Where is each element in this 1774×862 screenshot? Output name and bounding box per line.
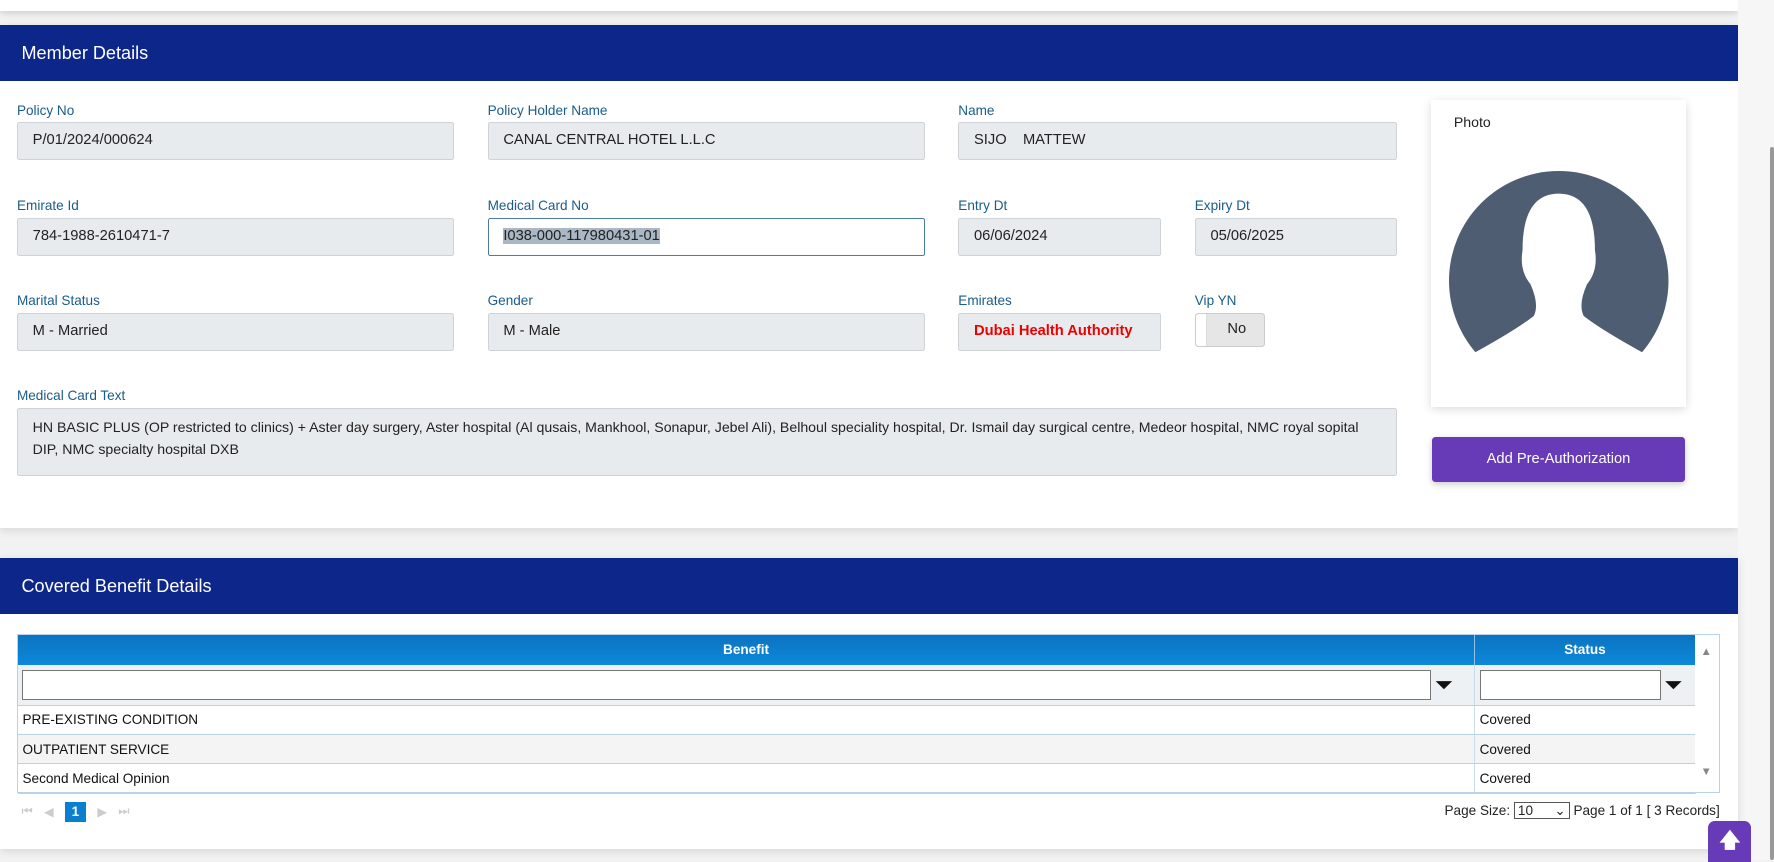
medical-card-no-field[interactable]: I038-000-117980431-01 <box>488 218 926 255</box>
covered-benefits-card: Covered Benefit Details BenefitStatus ⏷ … <box>0 558 1738 849</box>
vip-toggle[interactable]: No <box>1195 313 1265 347</box>
toggle-knob <box>1196 314 1207 346</box>
scroll-to-top-button[interactable]: 🡅 <box>1708 821 1751 862</box>
medical-card-no-label: Medical Card No <box>488 198 589 213</box>
page-size-label: Page Size: <box>1445 803 1511 818</box>
emirates-field[interactable]: Dubai Health Authority <box>958 313 1161 350</box>
page-size-value: 10 <box>1518 803 1533 818</box>
selected-text: I038-000-117980431-01 <box>503 228 660 244</box>
policy-no-label: Policy No <box>17 103 74 118</box>
scrollbar-thumb[interactable] <box>1770 147 1774 860</box>
medical-card-text-label: Medical Card Text <box>17 388 125 403</box>
prev-page-icon[interactable]: ◀ <box>44 804 54 819</box>
pager: ⏮ ◀ 1 ▶ ⏭ <box>21 802 129 822</box>
photo-label: Photo <box>1454 114 1491 130</box>
medical-card-text-area[interactable]: HN BASIC PLUS (OP restricted to clinics)… <box>17 408 1397 476</box>
member-details-card: Member Details Policy No P/01/2024/00062… <box>0 25 1738 528</box>
expiry-dt-field[interactable]: 05/06/2025 <box>1195 218 1398 255</box>
status-cell: Covered <box>1475 734 1696 763</box>
status-cell: Covered <box>1475 764 1696 793</box>
chevron-down-icon: ⌄ <box>1554 803 1565 818</box>
benefits-grid: BenefitStatus ⏷ ⏷ PRE-EXISTING CONDITION… <box>17 634 1720 794</box>
vip-value: No <box>1227 321 1246 337</box>
benefits-table: BenefitStatus ⏷ ⏷ PRE-EXISTING CONDITION… <box>18 635 1696 794</box>
table-row[interactable]: Second Medical OpinionCovered <box>18 764 1695 793</box>
filter-icon[interactable]: ⏷ <box>1435 672 1453 697</box>
page-size-select[interactable]: 10 ⌄ <box>1514 802 1571 819</box>
page-info: Page 1 of 1 [ 3 Records] <box>1573 803 1719 818</box>
table-row[interactable]: PRE-EXISTING CONDITIONCovered <box>18 705 1695 734</box>
last-page-icon[interactable]: ⏭ <box>118 804 129 819</box>
previous-card-edge <box>0 0 1738 11</box>
status-cell: Covered <box>1475 705 1696 734</box>
marital-status-field[interactable]: M - Married <box>17 313 454 350</box>
add-pre-authorization-button[interactable]: Add Pre-Authorization <box>1432 437 1684 482</box>
benefit-cell: Second Medical Opinion <box>18 764 1475 793</box>
entry-dt-field[interactable]: 06/06/2024 <box>958 218 1161 255</box>
photo-card: Photo <box>1431 100 1686 408</box>
column-header-benefit[interactable]: Benefit <box>18 635 1475 666</box>
policy-no-field[interactable]: P/01/2024/000624 <box>17 122 454 159</box>
page-scrollbar[interactable] <box>1738 0 1774 860</box>
benefit-filter-input[interactable] <box>22 670 1431 701</box>
emirate-id-label: Emirate Id <box>17 198 79 213</box>
scroll-down-icon[interactable]: ▼ <box>1701 766 1712 778</box>
arrow-up-icon: 🡅 <box>1719 830 1740 852</box>
name-label: Name <box>958 103 994 118</box>
avatar-placeholder-icon <box>1449 171 1668 390</box>
marital-status-label: Marital Status <box>17 293 100 308</box>
emirate-id-field[interactable]: 784-1988-2610471-7 <box>17 218 454 255</box>
name-field[interactable]: SIJO MATTEW <box>958 122 1397 159</box>
table-row[interactable]: OUTPATIENT SERVICECovered <box>18 734 1695 763</box>
column-header-status[interactable]: Status <box>1475 635 1696 666</box>
expiry-dt-label: Expiry Dt <box>1195 198 1250 213</box>
entry-dt-label: Entry Dt <box>958 198 1007 213</box>
vip-label: Vip YN <box>1195 293 1237 308</box>
benefit-cell: OUTPATIENT SERVICE <box>18 734 1475 763</box>
status-filter-input[interactable] <box>1480 670 1661 701</box>
pager-info: Page Size: 10 ⌄ Page 1 of 1 [ 3 Records] <box>1445 802 1720 819</box>
covered-benefits-title: Covered Benefit Details <box>0 558 1738 615</box>
policy-holder-field[interactable]: CANAL CENTRAL HOTEL L.L.C <box>488 122 926 159</box>
grid-scrollbar[interactable]: ▲ ▼ <box>1695 635 1719 792</box>
member-details-title: Member Details <box>0 25 1738 82</box>
emirates-label: Emirates <box>958 293 1012 308</box>
policy-holder-label: Policy Holder Name <box>488 103 608 118</box>
gender-label: Gender <box>488 293 533 308</box>
next-page-icon[interactable]: ▶ <box>97 804 107 819</box>
scroll-up-icon[interactable]: ▲ <box>1701 646 1712 658</box>
first-page-icon[interactable]: ⏮ <box>21 804 32 819</box>
benefit-cell: PRE-EXISTING CONDITION <box>18 705 1475 734</box>
gender-field[interactable]: M - Male <box>488 313 926 350</box>
filter-icon[interactable]: ⏷ <box>1664 672 1682 697</box>
page-1-button[interactable]: 1 <box>65 802 86 822</box>
